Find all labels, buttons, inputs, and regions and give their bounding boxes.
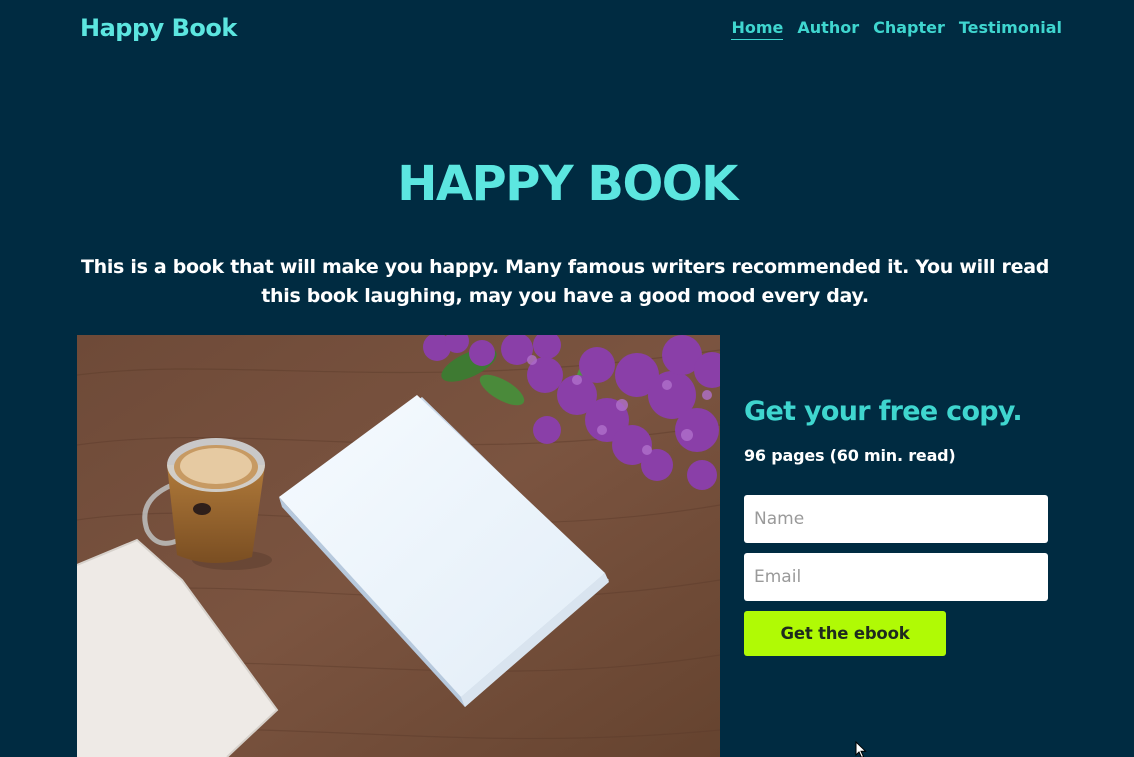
nav-link-author[interactable]: Author — [797, 18, 859, 40]
email-input[interactable] — [744, 553, 1048, 601]
brand-logo[interactable]: Happy Book — [80, 14, 237, 42]
arrow-cursor-icon — [855, 740, 868, 757]
book-meta: 96 pages (60 min. read) — [744, 446, 956, 465]
hero-description: This is a book that will make you happy.… — [80, 256, 1050, 307]
nav-link-home[interactable]: Home — [731, 18, 784, 40]
signup-title: Get your free copy. — [744, 396, 1023, 427]
main-nav: Home Author Chapter Testimonial — [731, 18, 1062, 40]
nav-link-testimonial[interactable]: Testimonial — [959, 18, 1062, 40]
page: Happy Book Home Author Chapter Testimoni… — [0, 0, 1134, 757]
book-photo — [77, 335, 720, 757]
nav-link-chapter[interactable]: Chapter — [873, 18, 945, 40]
name-input[interactable] — [744, 495, 1048, 543]
get-ebook-button[interactable]: Get the ebook — [744, 611, 946, 656]
hero-title: HAPPY BOOK — [397, 156, 738, 212]
